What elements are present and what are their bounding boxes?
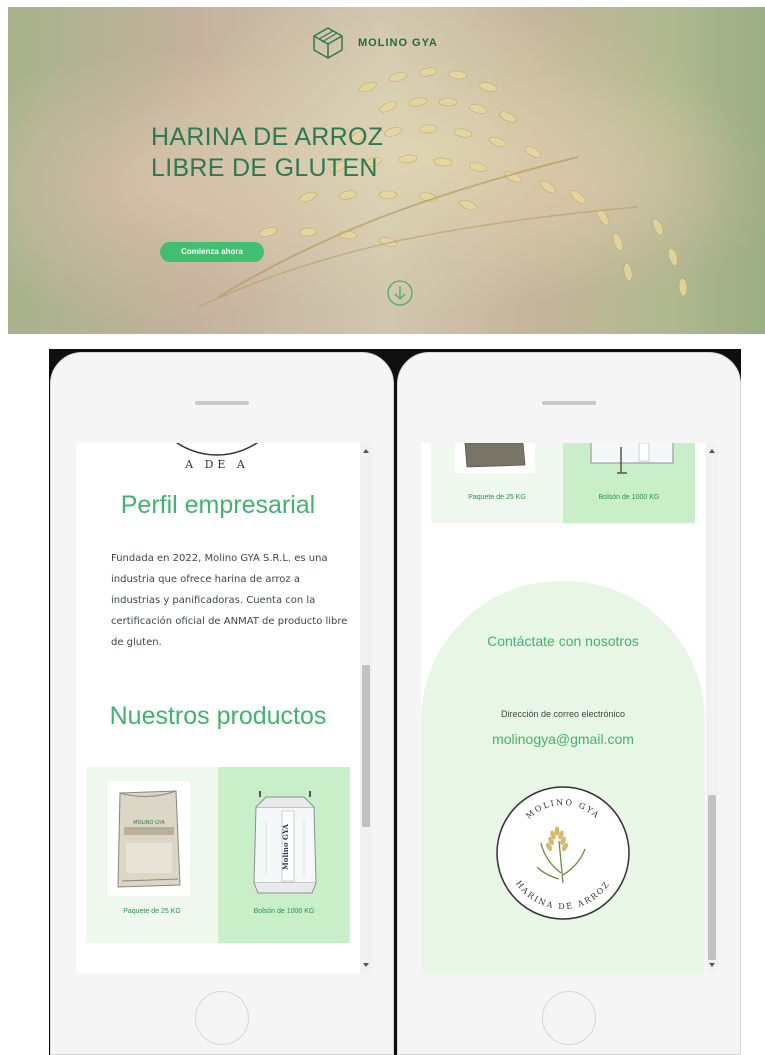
flour-bag-icon	[455, 443, 535, 473]
product-card-bolson[interactable]: Molino GYA Bolsón de 1000 KG	[218, 767, 350, 943]
perfil-text: Fundada en 2022, Molino GYA S.R.L. es un…	[111, 553, 348, 648]
scroll-up-icon[interactable]	[363, 449, 369, 453]
hero-title-line-2: LIBRE DE GLUTEN	[151, 154, 378, 182]
bulk-bag-icon	[590, 443, 674, 474]
product-card-paquete[interactable]: Paquete de 25 KG	[431, 443, 563, 523]
phone-speaker	[195, 401, 249, 405]
product-label: Bolsón de 1000 KG	[253, 908, 315, 915]
hero-title: HARINA DE ARROZ LIBRE DE GLUTEN	[151, 122, 451, 184]
scroll-down-icon[interactable]	[709, 963, 715, 967]
product-label: Paquete de 25 KG	[468, 494, 526, 501]
product-image-paquete: MOLINO GYA	[108, 781, 190, 896]
product-card-paquete[interactable]: MOLINO GYA Paquete de 25 KG	[86, 767, 218, 943]
brand-name: MOLINO GYA	[358, 37, 438, 49]
logo-icon	[313, 27, 343, 59]
bulk-bag-icon: Molino GYA	[253, 791, 317, 894]
product-grid-partial: Paquete de 25 KG Bolsón de 1000 KG	[431, 443, 695, 523]
scroll-down-icon[interactable]	[363, 963, 369, 967]
flour-bag-icon: MOLINO GYA	[117, 790, 181, 888]
productos-title: Nuestros productos	[109, 702, 327, 730]
start-now-button[interactable]: Comienza ahora	[160, 242, 264, 262]
phone-home-button	[195, 991, 249, 1045]
scrollbar[interactable]	[360, 443, 372, 973]
bulk-bag-brand-text: Molino GYA	[281, 823, 290, 869]
phone-mockup-left: A DE A Perfil empresarial Fundada en 202…	[50, 352, 394, 1055]
phone-mockup-right: Paquete de 25 KG Bolsón de 1000 KG Contá…	[397, 352, 741, 1055]
perfil-title: Perfil empresarial	[120, 491, 316, 519]
scroll-down-arrow-icon[interactable]	[386, 279, 414, 307]
seal-fragment-text: A DE A	[184, 458, 249, 471]
hero-banner: MOLINO GYA HARINA DE ARROZ LIBRE DE GLUT…	[8, 7, 765, 334]
hero-title-line-1: HARINA DE ARROZ	[151, 123, 384, 151]
scrollbar[interactable]	[706, 443, 718, 973]
email-label: Dirección de correo electrónico	[500, 709, 626, 719]
product-card-bolson[interactable]: Bolsón de 1000 KG	[563, 443, 695, 523]
brand-seal: MOLINO GYA HARINA DE ARROZ	[496, 786, 630, 920]
bag-brand-text: MOLINO GYA	[133, 820, 165, 826]
scrollbar-thumb[interactable]	[708, 795, 716, 960]
rice-grain-illustration	[197, 67, 688, 308]
scrollbar-thumb[interactable]	[362, 665, 370, 827]
product-label: Paquete de 25 KG	[123, 908, 181, 915]
phone-screen-right[interactable]: Paquete de 25 KG Bolsón de 1000 KG Contá…	[421, 443, 718, 973]
contact-title: Contáctate con nosotros	[487, 633, 639, 649]
phone-home-button	[542, 991, 596, 1045]
brand[interactable]: MOLINO GYA	[310, 25, 438, 61]
scroll-up-icon[interactable]	[709, 449, 715, 453]
product-grid: MOLINO GYA Paquete de 25 KG Molino GYA B…	[86, 767, 350, 943]
seal-icon: A DE A	[175, 443, 259, 471]
email-link[interactable]: molinogya@gmail.com	[421, 731, 705, 747]
phone-speaker	[542, 401, 596, 405]
product-label: Bolsón de 1000 KG	[598, 494, 660, 501]
phone-screen-left[interactable]: A DE A Perfil empresarial Fundada en 202…	[76, 443, 372, 973]
brand-seal-partial: A DE A	[142, 443, 292, 471]
